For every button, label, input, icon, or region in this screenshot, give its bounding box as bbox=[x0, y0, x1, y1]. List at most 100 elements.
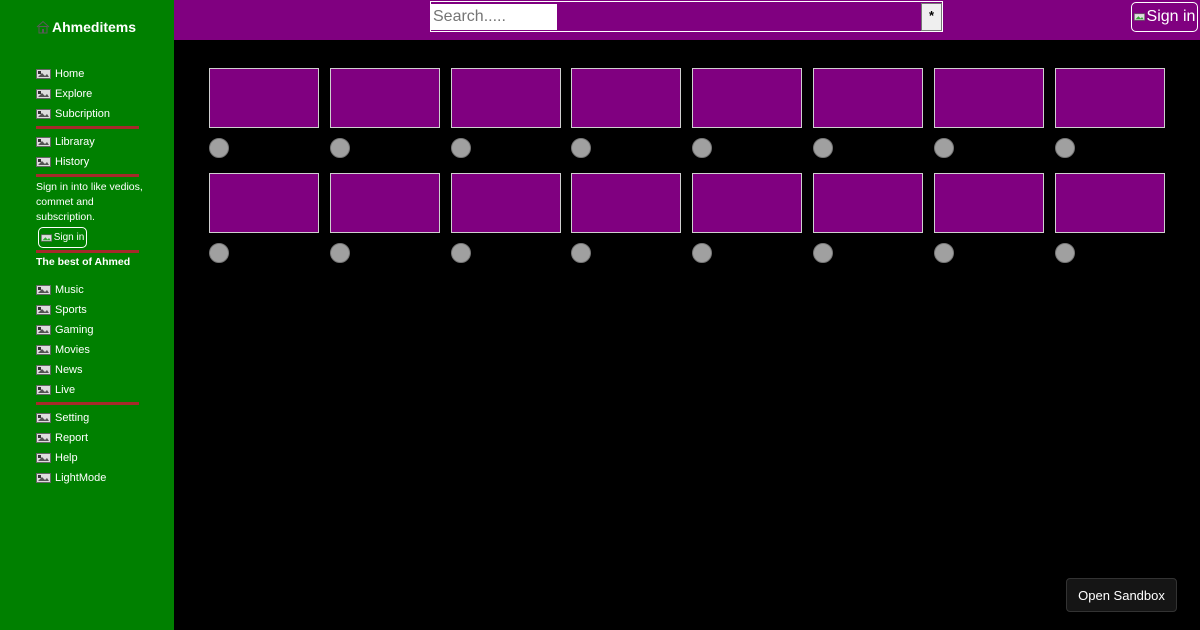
channel-avatar[interactable] bbox=[450, 243, 471, 263]
channel-avatar[interactable] bbox=[329, 138, 350, 158]
sidebar-divider bbox=[36, 174, 139, 177]
sidebar-item-label: Setting bbox=[55, 412, 90, 424]
channel-avatar[interactable] bbox=[209, 138, 229, 158]
channel-avatar[interactable] bbox=[812, 138, 833, 158]
video-card bbox=[209, 173, 319, 266]
image-icon bbox=[36, 109, 51, 119]
video-thumbnail[interactable] bbox=[1054, 173, 1165, 233]
video-thumbnail[interactable] bbox=[209, 68, 319, 128]
video-card bbox=[812, 68, 923, 161]
video-thumbnail[interactable] bbox=[812, 173, 923, 233]
home-icon bbox=[36, 20, 50, 34]
sidebar-item-label: History bbox=[55, 156, 90, 168]
channel-avatar[interactable] bbox=[1054, 138, 1075, 158]
sidebar-item-lightmode[interactable]: LightMode bbox=[36, 472, 106, 484]
video-card bbox=[812, 173, 923, 266]
header-signin-button[interactable]: Sign in bbox=[1131, 2, 1198, 32]
sidebar-signin-button[interactable]: Sign in bbox=[38, 227, 87, 248]
video-thumbnail[interactable] bbox=[329, 173, 440, 233]
search-bar: * bbox=[430, 1, 943, 32]
video-thumbnail[interactable] bbox=[692, 173, 803, 233]
header: * Sign in bbox=[174, 0, 1200, 40]
video-card bbox=[692, 68, 803, 161]
sidebar-item-label: LightMode bbox=[55, 472, 107, 484]
video-card bbox=[209, 68, 319, 161]
sidebar: Ahmeditems Home Explore Subcription Librara… bbox=[0, 0, 174, 630]
sidebar-item-subcription[interactable]: Subcription bbox=[36, 108, 110, 120]
sidebar-item-setting[interactable]: Setting bbox=[36, 412, 89, 424]
image-icon bbox=[36, 89, 51, 99]
brand-name: Ahmeditems bbox=[52, 19, 137, 35]
video-thumbnail[interactable] bbox=[571, 68, 682, 128]
video-card bbox=[692, 173, 803, 266]
section-title: The best of Ahmed bbox=[36, 256, 131, 268]
image-icon bbox=[36, 413, 51, 423]
brand[interactable]: Ahmeditems bbox=[36, 19, 136, 35]
video-card bbox=[450, 68, 561, 161]
video-thumbnail[interactable] bbox=[812, 68, 923, 128]
search-input[interactable] bbox=[431, 4, 557, 30]
sidebar-item-label: Subcription bbox=[55, 108, 111, 120]
channel-avatar[interactable] bbox=[812, 243, 833, 263]
video-thumbnail[interactable] bbox=[450, 173, 561, 233]
channel-avatar[interactable] bbox=[329, 243, 350, 263]
video-card bbox=[571, 173, 682, 266]
sidebar-item-label: Explore bbox=[55, 88, 93, 100]
video-thumbnail[interactable] bbox=[209, 173, 319, 233]
sidebar-item-sports[interactable]: Sports bbox=[36, 304, 87, 316]
sidebar-item-label: Help bbox=[55, 452, 78, 464]
video-card bbox=[329, 173, 440, 266]
channel-avatar[interactable] bbox=[571, 138, 592, 158]
search-button[interactable]: * bbox=[921, 3, 942, 31]
signin-prompt: Sign in into like vedios, commet and sub… bbox=[36, 181, 143, 223]
sidebar-item-libraray[interactable]: Libraray bbox=[36, 136, 95, 148]
video-thumbnail[interactable] bbox=[450, 68, 561, 128]
video-thumbnail[interactable] bbox=[933, 68, 1044, 128]
image-icon bbox=[36, 385, 51, 395]
sidebar-item-help[interactable]: Help bbox=[36, 452, 78, 464]
sidebar-item-home[interactable]: Home bbox=[36, 68, 84, 80]
channel-avatar[interactable] bbox=[933, 138, 954, 158]
sidebar-signin-label: Sign in bbox=[53, 232, 85, 243]
sidebar-item-history[interactable]: History bbox=[36, 156, 89, 168]
video-card bbox=[1054, 68, 1165, 161]
channel-avatar[interactable] bbox=[1054, 243, 1075, 263]
image-icon bbox=[36, 453, 51, 463]
video-card bbox=[933, 68, 1044, 161]
sidebar-item-label: Report bbox=[55, 432, 89, 444]
sidebar-item-label: Sports bbox=[55, 304, 87, 316]
sidebar-item-live[interactable]: Live bbox=[36, 384, 75, 396]
sidebar-item-news[interactable]: News bbox=[36, 364, 83, 376]
sidebar-item-movies[interactable]: Movies bbox=[36, 344, 90, 356]
sidebar-item-gaming[interactable]: Gaming bbox=[36, 324, 94, 336]
sidebar-item-explore[interactable]: Explore bbox=[36, 88, 92, 100]
sidebar-item-label: Live bbox=[55, 384, 76, 396]
video-thumbnail[interactable] bbox=[692, 68, 803, 128]
channel-avatar[interactable] bbox=[692, 243, 713, 263]
sidebar-item-report[interactable]: Report bbox=[36, 432, 88, 444]
channel-avatar[interactable] bbox=[209, 243, 229, 263]
channel-avatar[interactable] bbox=[571, 243, 592, 263]
sidebar-divider bbox=[36, 250, 139, 253]
image-icon bbox=[36, 285, 51, 295]
header-signin-label: Sign in bbox=[1146, 8, 1196, 25]
channel-avatar[interactable] bbox=[933, 243, 954, 263]
channel-avatar[interactable] bbox=[692, 138, 713, 158]
sidebar-divider bbox=[36, 126, 139, 129]
video-card bbox=[571, 68, 682, 161]
open-sandbox-button[interactable]: Open Sandbox bbox=[1066, 578, 1177, 612]
image-icon bbox=[36, 345, 51, 355]
video-card bbox=[1054, 173, 1165, 266]
sidebar-item-music[interactable]: Music bbox=[36, 284, 84, 296]
sidebar-divider bbox=[36, 402, 139, 405]
video-thumbnail[interactable] bbox=[571, 173, 682, 233]
channel-avatar[interactable] bbox=[450, 138, 471, 158]
video-thumbnail[interactable] bbox=[933, 173, 1044, 233]
video-thumbnail[interactable] bbox=[329, 68, 440, 128]
video-thumbnail[interactable] bbox=[1054, 68, 1165, 128]
video-card bbox=[329, 68, 440, 161]
image-icon bbox=[36, 433, 51, 443]
image-icon bbox=[36, 305, 51, 315]
image-icon bbox=[36, 325, 51, 335]
video-card bbox=[933, 173, 1044, 266]
